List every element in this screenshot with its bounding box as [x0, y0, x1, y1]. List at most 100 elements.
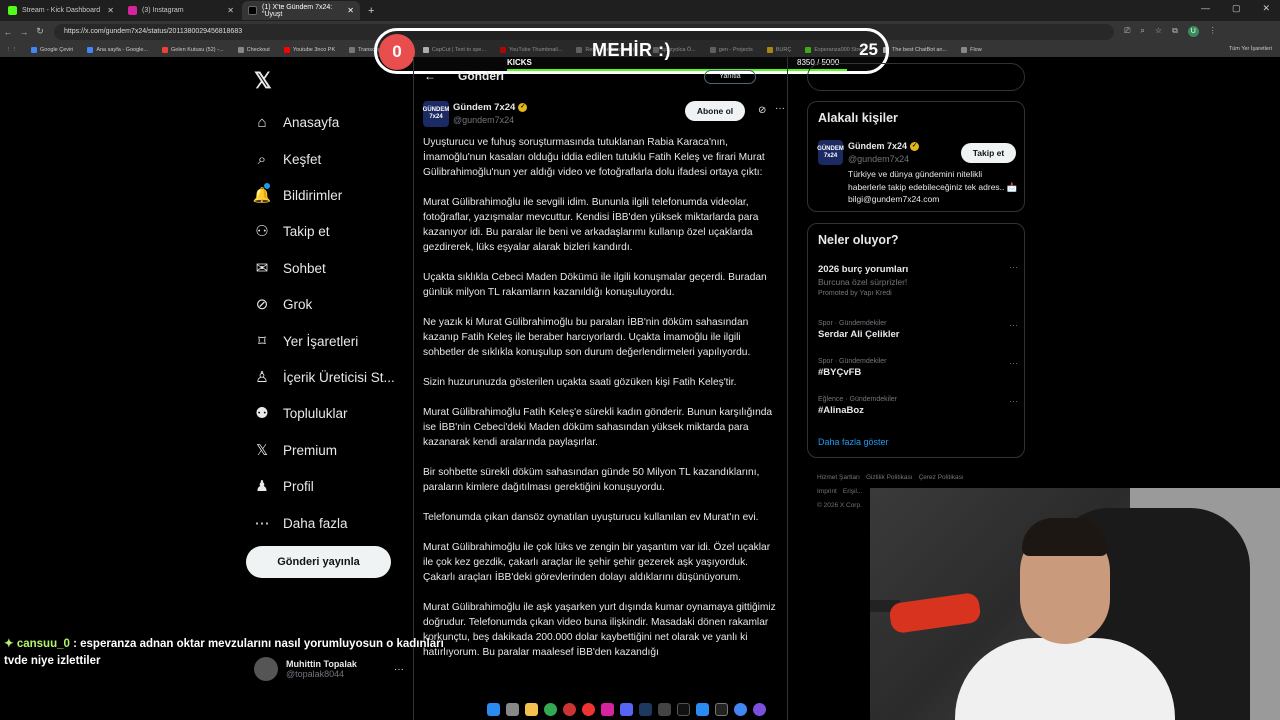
apps-icon[interactable]: ⋮⋮ — [6, 47, 17, 53]
nav-item-4[interactable]: ✉ Sohbet — [254, 260, 326, 277]
app-icon[interactable] — [696, 702, 709, 716]
close-window-icon[interactable]: ✕ — [1262, 3, 1270, 14]
show-more-link[interactable]: Daha fazla göster — [818, 437, 889, 447]
related-name[interactable]: Gündem 7x24 ✓ — [848, 141, 920, 151]
nav-item-5[interactable]: ⊘ Grok — [254, 296, 313, 313]
subscribe-button[interactable]: Abone ol — [685, 101, 745, 121]
bookmark-item[interactable]: Ana sayfa - Google... — [87, 46, 148, 53]
search-input[interactable] — [807, 63, 1025, 91]
footer-link[interactable]: Imprint — [817, 488, 837, 495]
tweet-paragraph: Uçakta sıklıkla Cebeci Maden Dökümü ile … — [423, 272, 767, 298]
nav-item-2[interactable]: 🔔 Bildirimler — [253, 183, 343, 204]
photoshop-icon[interactable] — [639, 702, 652, 716]
more-icon[interactable]: ··· — [1009, 262, 1018, 272]
avatar — [254, 657, 278, 681]
star-icon[interactable]: ☆ — [1155, 26, 1162, 37]
instagram-icon[interactable] — [601, 702, 614, 716]
nav-item-10[interactable]: ♟ Profil — [254, 478, 314, 495]
app-icon[interactable] — [563, 702, 576, 716]
author-avatar[interactable]: GÜNDEM 7x24 — [423, 101, 449, 127]
more-icon[interactable]: ··· — [775, 103, 785, 114]
related-handle[interactable]: @gundem7x24 — [848, 154, 909, 164]
new-tab-button[interactable]: + — [368, 5, 374, 17]
chrome-icon[interactable] — [544, 702, 557, 716]
cast-icon[interactable]: ⎚ — [1124, 26, 1130, 37]
profile-avatar[interactable]: U — [1187, 26, 1199, 37]
capcut-icon[interactable] — [715, 702, 728, 716]
nav-item-8[interactable]: ⚉ Topluluklar — [254, 405, 347, 422]
nav-item-label: Bildirimler — [283, 187, 343, 203]
grok-icon[interactable]: ⊘ — [758, 105, 766, 116]
file-explorer-icon[interactable] — [525, 702, 538, 716]
footer-link[interactable]: Gizlilik Politikası — [866, 474, 913, 481]
browser-tabbar: Stream - Kick Dashboard ✕ (3) Instagram … — [0, 0, 1280, 21]
extensions-icon[interactable]: ⧉ — [1172, 26, 1178, 37]
x-favicon-icon — [248, 6, 257, 15]
trend-item[interactable]: Spor · Gündemdekiler Serdar Ali Çelikler ·… — [818, 320, 1018, 340]
maximize-icon[interactable]: ▢ — [1232, 3, 1241, 14]
forward-icon[interactable]: → — [16, 27, 32, 37]
zoom-icon[interactable]: ⌕ — [1140, 26, 1144, 37]
microphone — [888, 591, 982, 635]
account-name: Muhittin Topalak — [286, 659, 357, 669]
back-arrow-icon[interactable]: ← — [424, 69, 436, 83]
close-tab-icon[interactable]: ✕ — [347, 6, 354, 15]
trend-item[interactable]: 2026 burç yorumları Burcuna özel sürprizl… — [818, 262, 1018, 297]
chat-text: : esperanza adnan oktar mevzularını nası… — [69, 638, 444, 650]
more-icon[interactable]: ··· — [394, 664, 404, 675]
app-icon[interactable] — [753, 702, 766, 716]
footer-link[interactable]: Hizmet Şartları — [817, 474, 860, 481]
post-button[interactable]: Gönderi yayınla — [246, 546, 391, 578]
trend-item[interactable]: Eğlence · Gündemdekiler #AlinaBoz ··· — [818, 396, 1018, 416]
tweet-paragraph: Murat Gülibrahimoğlu ile sevgili idim. B… — [423, 197, 759, 253]
menu-icon[interactable]: ⋮ — [1209, 26, 1217, 37]
author-name[interactable]: Gündem 7x24 ✓ — [453, 102, 528, 113]
bookmark-item[interactable]: Flow — [961, 46, 982, 53]
nav-item-11[interactable]: ⋯ Daha fazla — [254, 515, 348, 532]
close-tab-icon[interactable]: ✕ — [107, 6, 114, 15]
trend-item[interactable]: Spor · Gündemdekiler #BYÇvFB ··· — [818, 358, 1018, 378]
chrome-icon[interactable] — [734, 702, 747, 716]
reply-button[interactable]: Yanıtla — [704, 70, 756, 84]
more-icon[interactable]: ··· — [1009, 396, 1018, 406]
follow-button[interactable]: Takip et — [961, 143, 1016, 163]
bookmark-item[interactable]: Google Çeviri — [31, 46, 73, 53]
browser-tab-instagram[interactable]: (3) Instagram ✕ — [122, 1, 240, 20]
bookmark-item[interactable]: The best ChatBot an... — [883, 46, 947, 53]
panel-title: Neler oluyor? — [818, 233, 899, 247]
minimize-icon[interactable]: — — [1201, 3, 1210, 14]
back-icon[interactable]: ← — [0, 27, 16, 37]
browser-tab-kick[interactable]: Stream - Kick Dashboard ✕ — [2, 1, 120, 20]
app-icon[interactable] — [658, 702, 671, 716]
browser-tab-x[interactable]: (1) X'te Gündem 7x24: "Uyuşt ✕ — [242, 1, 360, 20]
divider — [787, 57, 788, 720]
tab-label: (1) X'te Gündem 7x24: "Uyuşt — [262, 3, 333, 18]
related-avatar[interactable]: GÜNDEM 7x24 — [817, 140, 844, 165]
x-logo-icon[interactable]: 𝕏 — [254, 68, 272, 94]
reload-icon[interactable]: ↻ — [32, 26, 48, 37]
footer-link[interactable]: Çerez Politikası — [919, 474, 964, 481]
bookmark-item[interactable]: Gelen Kutusu (52) -... — [162, 46, 224, 53]
bell-icon: 🔔 — [253, 183, 271, 204]
nav-item-7[interactable]: ♙ İçerik Üreticisi St... — [254, 369, 395, 386]
close-tab-icon[interactable]: ✕ — [227, 6, 234, 15]
all-bookmarks[interactable]: Tüm Yer İşaretleri — [1229, 46, 1272, 52]
account-switcher[interactable]: Muhittin Topalak @topalak8044 ··· — [254, 654, 404, 684]
tiktok-icon[interactable] — [677, 702, 690, 716]
nav-item-6[interactable]: ⌑ Yer İşaretleri — [254, 333, 358, 350]
discord-icon[interactable] — [620, 702, 633, 716]
app-icon[interactable] — [582, 702, 595, 716]
author-handle[interactable]: @gundem7x24 — [453, 115, 514, 125]
footer-link[interactable]: © 2026 X Corp. — [817, 502, 862, 509]
nav-item-1[interactable]: ⌕ Keşfet — [254, 151, 321, 168]
more-icon[interactable]: ··· — [1009, 358, 1018, 368]
more-icon[interactable]: ··· — [1009, 320, 1018, 330]
footer-link[interactable]: Erişil... — [843, 488, 863, 495]
task-view-icon[interactable] — [506, 702, 519, 716]
nav-item-9[interactable]: 𝕏 Premium — [254, 442, 337, 459]
windows-start-icon[interactable] — [487, 702, 500, 716]
nav-item-3[interactable]: ⚇ Takip et — [254, 223, 329, 240]
bookmark-item[interactable]: Youtube 3nco PK — [283, 46, 335, 53]
bookmark-item[interactable]: Checkout — [237, 46, 270, 53]
nav-item-0[interactable]: ⌂ Anasayfa — [254, 114, 339, 131]
